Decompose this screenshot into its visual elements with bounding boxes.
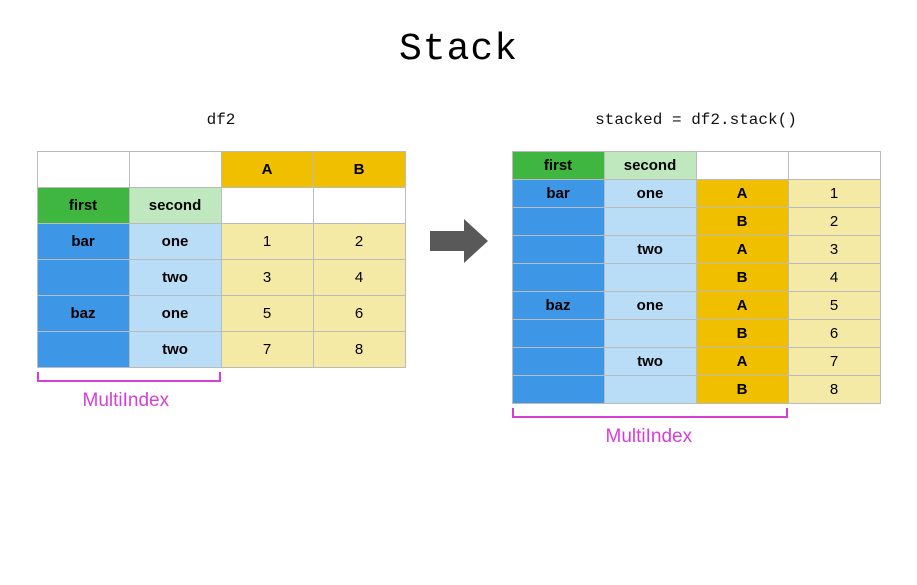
table-row: B 2 xyxy=(512,208,880,236)
stacked-col-cell: A xyxy=(696,180,788,208)
multiindex-bracket: MultiIndex xyxy=(512,410,880,460)
col-header: B xyxy=(313,152,405,188)
index-cell xyxy=(512,264,604,292)
right-panel: stacked = df2.stack() first second bar o… xyxy=(512,111,881,460)
index-name: first xyxy=(512,152,604,180)
value-cell: 8 xyxy=(313,332,405,368)
index-cell: one xyxy=(129,296,221,332)
index-cell xyxy=(37,332,129,368)
index-cell: baz xyxy=(512,292,604,320)
blank-cell xyxy=(129,152,221,188)
index-cell: baz xyxy=(37,296,129,332)
index-cell: bar xyxy=(37,224,129,260)
value-cell: 2 xyxy=(313,224,405,260)
index-name: second xyxy=(129,188,221,224)
index-cell xyxy=(37,260,129,296)
index-cell xyxy=(604,264,696,292)
table-row: baz one A 5 xyxy=(512,292,880,320)
multiindex-bracket: MultiIndex xyxy=(37,374,405,424)
value-cell: 7 xyxy=(221,332,313,368)
value-cell: 7 xyxy=(788,348,880,376)
value-cell: 1 xyxy=(221,224,313,260)
left-caption: df2 xyxy=(37,111,406,129)
table-row: two A 7 xyxy=(512,348,880,376)
stacked-col-cell: B xyxy=(696,264,788,292)
value-cell: 4 xyxy=(313,260,405,296)
diagram-stage: df2 A B first second bar one 1 2 xyxy=(0,111,917,460)
table-row: B 4 xyxy=(512,264,880,292)
stacked-col-cell: B xyxy=(696,208,788,236)
blank-cell xyxy=(221,188,313,224)
table-row: two A 3 xyxy=(512,236,880,264)
index-cell: one xyxy=(129,224,221,260)
index-cell xyxy=(604,376,696,404)
index-cell: two xyxy=(604,236,696,264)
index-cell: one xyxy=(604,292,696,320)
value-cell: 3 xyxy=(788,236,880,264)
table-row: first second xyxy=(37,188,405,224)
value-cell: 5 xyxy=(788,292,880,320)
value-cell: 6 xyxy=(313,296,405,332)
stacked-col-cell: A xyxy=(696,236,788,264)
index-name: first xyxy=(37,188,129,224)
index-cell xyxy=(512,376,604,404)
left-table: A B first second bar one 1 2 two 3 4 xyxy=(37,151,406,368)
value-cell: 2 xyxy=(788,208,880,236)
index-cell xyxy=(604,208,696,236)
value-cell: 5 xyxy=(221,296,313,332)
index-cell: two xyxy=(129,332,221,368)
index-cell: two xyxy=(604,348,696,376)
index-cell xyxy=(512,208,604,236)
index-cell xyxy=(512,320,604,348)
table-row: baz one 5 6 xyxy=(37,296,405,332)
stacked-col-cell: B xyxy=(696,320,788,348)
value-cell: 4 xyxy=(788,264,880,292)
stacked-col-cell: A xyxy=(696,348,788,376)
left-panel: df2 A B first second bar one 1 2 xyxy=(37,111,406,424)
table-row: B 8 xyxy=(512,376,880,404)
arrow-icon xyxy=(430,219,488,263)
index-name: second xyxy=(604,152,696,180)
page-title: Stack xyxy=(0,28,917,71)
col-header: A xyxy=(221,152,313,188)
stacked-col-cell: B xyxy=(696,376,788,404)
table-row: first second xyxy=(512,152,880,180)
value-cell: 1 xyxy=(788,180,880,208)
arrow-wrap xyxy=(430,111,488,371)
value-cell: 8 xyxy=(788,376,880,404)
value-cell: 3 xyxy=(221,260,313,296)
blank-cell xyxy=(37,152,129,188)
index-cell xyxy=(512,348,604,376)
bracket-label: MultiIndex xyxy=(83,390,170,412)
right-caption: stacked = df2.stack() xyxy=(512,111,881,129)
index-cell xyxy=(604,320,696,348)
table-row: two 7 8 xyxy=(37,332,405,368)
bracket-label: MultiIndex xyxy=(606,426,693,448)
stacked-col-cell: A xyxy=(696,292,788,320)
index-cell xyxy=(512,236,604,264)
right-table: first second bar one A 1 B 2 two A xyxy=(512,151,881,404)
table-row: B 6 xyxy=(512,320,880,348)
blank-cell xyxy=(313,188,405,224)
index-cell: two xyxy=(129,260,221,296)
table-row: two 3 4 xyxy=(37,260,405,296)
value-cell: 6 xyxy=(788,320,880,348)
index-cell: one xyxy=(604,180,696,208)
table-row: A B xyxy=(37,152,405,188)
index-cell: bar xyxy=(512,180,604,208)
table-row: bar one A 1 xyxy=(512,180,880,208)
table-row: bar one 1 2 xyxy=(37,224,405,260)
blank-cell xyxy=(788,152,880,180)
blank-cell xyxy=(696,152,788,180)
